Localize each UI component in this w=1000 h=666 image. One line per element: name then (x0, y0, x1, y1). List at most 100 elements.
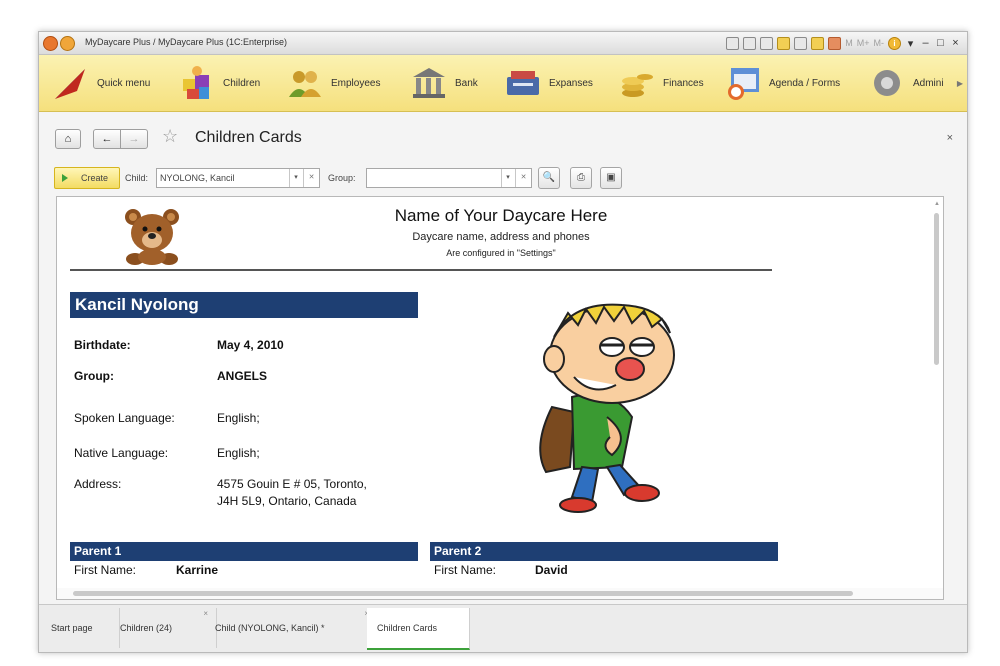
report-document[interactable]: Name of Your Daycare Here Daycare name, … (56, 196, 944, 600)
section-finances[interactable]: Finances (619, 55, 704, 111)
native-language-value: English; (217, 446, 260, 460)
scroll-sections-right-icon[interactable]: ▶ (957, 79, 963, 88)
section-label: Children (223, 77, 261, 89)
employees-icon (289, 71, 321, 97)
section-employees[interactable]: Employees (287, 55, 380, 111)
section-label: Admini (913, 77, 944, 89)
home-button[interactable]: ⌂ (55, 129, 81, 149)
dropdown-icon[interactable]: ▾ (905, 37, 916, 50)
print-button[interactable]: ⎙ (570, 167, 592, 189)
address-label: Address: (74, 477, 122, 491)
links-icon[interactable] (794, 36, 808, 50)
favorites-icon[interactable] (777, 36, 791, 50)
address-line-2: J4H 5L9, Ontario, Canada (217, 494, 357, 508)
floppy-icon: ▣ (606, 172, 616, 183)
group-select[interactable]: ▾ ✕ (366, 168, 532, 188)
save-button[interactable]: ▣ (600, 167, 622, 189)
title-bar: MyDaycare Plus / MyDaycare Plus (1C:Ente… (39, 32, 967, 55)
info-icon[interactable]: i (888, 36, 901, 50)
birthdate-label: Birthdate: (74, 338, 131, 352)
parent-2-header: Parent 2 (430, 542, 778, 561)
history-icon[interactable] (760, 36, 774, 50)
admin-gear-icon (874, 70, 900, 96)
favorite-star-icon[interactable]: ☆ (162, 126, 178, 147)
group-field-label: Group: (74, 369, 114, 383)
save-icon[interactable] (726, 36, 740, 50)
section-label: Quick menu (97, 77, 151, 89)
preview-icon: 🔍 (542, 172, 556, 183)
back-button[interactable]: ← (93, 129, 121, 149)
tab-child-record[interactable]: Child (NYOLONG, Kancil) * × (205, 608, 378, 648)
finances-icon (622, 74, 653, 97)
forward-button[interactable]: → (120, 129, 148, 149)
child-name-header: Kancil Nyolong (70, 292, 418, 318)
daycare-subtitle: Daycare name, address and phones (412, 231, 590, 243)
page-title: Children Cards (195, 129, 302, 146)
app-menu-icon[interactable] (60, 36, 75, 51)
parent-2-first-name: David (535, 563, 568, 577)
group-label: Group: (328, 173, 356, 183)
parent-1-first-name: Karrine (176, 563, 219, 577)
play-icon (62, 174, 68, 182)
section-admin[interactable]: Admini (869, 55, 944, 111)
title-toolbar: M M+ M- i ▾ – □ × (726, 35, 961, 51)
command-bar: Create Child: NYOLONG, Kancil ▾ ✕ Group:… (39, 167, 967, 193)
parent-1-header: Parent 1 (70, 542, 418, 561)
form-header: ⌂ ← → ☆ Children Cards × (39, 112, 967, 162)
agenda-icon (728, 68, 759, 100)
maximize-button[interactable]: □ (935, 37, 946, 49)
calculator-icon[interactable] (811, 36, 825, 50)
clear-icon[interactable]: ✕ (515, 169, 531, 187)
parent-1-first-name-label: First Name: (74, 563, 137, 577)
child-select-value: NYOLONG, Kancil (160, 173, 235, 183)
child-photo (539, 303, 675, 513)
group-field-value: ANGELS (217, 369, 268, 383)
section-label: Finances (663, 77, 704, 89)
section-children[interactable]: Children (179, 55, 260, 111)
memory-plus-button[interactable]: M+ (857, 38, 870, 48)
app-logo-icon[interactable] (43, 36, 58, 51)
vertical-scrollbar[interactable] (934, 213, 939, 365)
section-panel: Quick menu Children Employees Bank Expan… (39, 55, 967, 112)
scroll-up-icon[interactable]: ▲ (934, 201, 940, 207)
divider (70, 269, 772, 271)
spoken-language-label: Spoken Language: (74, 411, 175, 425)
chevron-down-icon[interactable]: ▾ (501, 169, 514, 187)
horizontal-scrollbar[interactable] (73, 591, 853, 596)
section-expanses[interactable]: Expanses (505, 55, 593, 111)
memory-button[interactable]: M (845, 38, 853, 48)
arrow-right-icon: → (128, 133, 140, 145)
calendar-icon[interactable] (828, 36, 842, 50)
section-quick-menu[interactable]: Quick menu (53, 55, 150, 111)
child-select[interactable]: NYOLONG, Kancil ▾ ✕ (156, 168, 320, 188)
section-bank[interactable]: Bank (411, 55, 478, 111)
close-window-button[interactable]: × (950, 37, 961, 49)
printer-icon: ⎙ (577, 172, 585, 183)
minimize-button[interactable]: – (920, 37, 931, 49)
preview-button[interactable]: 🔍 (538, 167, 560, 189)
parent-2-first-name-label: First Name: (434, 563, 497, 577)
tab-children-cards[interactable]: Children Cards (367, 608, 470, 650)
create-button[interactable]: Create (54, 167, 120, 189)
chevron-down-icon[interactable]: ▾ (289, 169, 302, 187)
spoken-language-value: English; (217, 411, 260, 425)
section-label: Bank (455, 77, 478, 89)
print-icon[interactable] (743, 36, 757, 50)
tab-children[interactable]: Children (24) × (108, 608, 217, 648)
expanses-icon (507, 71, 539, 95)
section-agenda-forms[interactable]: Agenda / Forms (725, 55, 840, 111)
memory-minus-button[interactable]: M- (874, 38, 885, 48)
native-language-label: Native Language: (74, 446, 169, 460)
child-label: Child: (125, 173, 149, 183)
window-title: MyDaycare Plus / MyDaycare Plus (1C:Ente… (85, 37, 288, 47)
close-form-button[interactable]: × (947, 132, 953, 144)
daycare-name: Name of Your Daycare Here (394, 206, 608, 225)
quick-menu-icon (55, 69, 85, 99)
clear-icon[interactable]: ✕ (303, 169, 319, 187)
app-window: MyDaycare Plus / MyDaycare Plus (1C:Ente… (38, 31, 968, 653)
open-windows-tabs: Start page Children (24) × Child (NYOLON… (39, 604, 967, 652)
arrow-left-icon: ← (101, 133, 113, 145)
birthdate-value: May 4, 2010 (217, 338, 284, 352)
daycare-settings-note: Are configured in "Settings" (446, 248, 556, 258)
section-label: Agenda / Forms (769, 77, 841, 89)
